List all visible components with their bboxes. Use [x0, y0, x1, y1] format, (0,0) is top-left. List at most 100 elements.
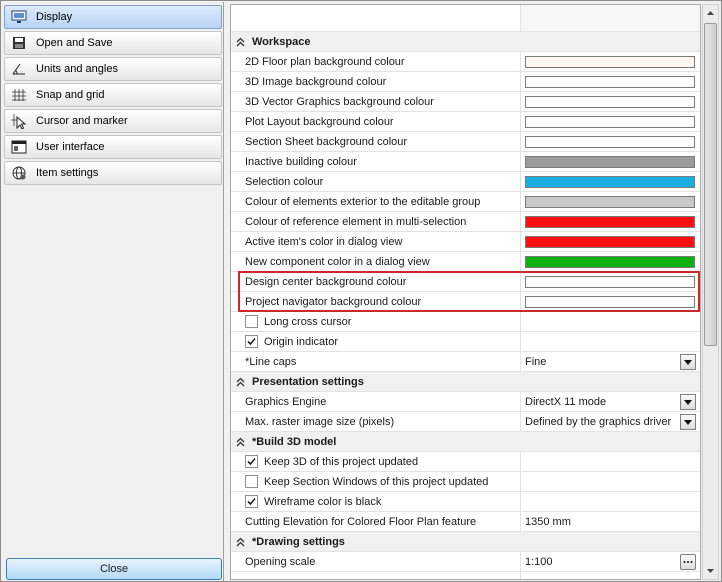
category-build-3d-model[interactable]: *Build 3D model [231, 432, 700, 452]
property-row[interactable]: Plot Layout background colour [231, 112, 700, 132]
nav-item-snap-and-grid[interactable]: Snap and grid [4, 83, 222, 107]
nav-item-item-settings[interactable]: Item settings [4, 161, 222, 185]
wireframe-checkbox[interactable] [245, 495, 258, 508]
property-row[interactable]: Long cross cursor [231, 312, 700, 332]
property-row[interactable]: 3D Vector Graphics background colour [231, 92, 700, 112]
property-row[interactable]: Max. raster image size (pixels) Defined … [231, 412, 700, 432]
scrollbar-thumb[interactable] [704, 23, 717, 346]
nav-item-cursor-and-marker[interactable]: Cursor and marker [4, 109, 222, 133]
dropdown-arrow-icon[interactable] [680, 414, 696, 430]
category-drawing-settings[interactable]: *Drawing settings [231, 532, 700, 552]
property-row[interactable]: Design center background colour [231, 272, 700, 292]
collapse-chevron-icon[interactable] [236, 377, 246, 387]
color-swatch[interactable] [525, 255, 695, 268]
origin-indicator-checkbox[interactable] [245, 335, 258, 348]
property-row[interactable]: *Line caps Fine [231, 352, 700, 372]
property-row[interactable]: Keep Section Windows of this project upd… [231, 472, 700, 492]
monitor-icon [10, 9, 28, 25]
category-label: Presentation settings [231, 372, 700, 391]
property-row[interactable]: Opening scale 1:100 [231, 552, 700, 572]
vertical-scrollbar[interactable] [702, 4, 719, 580]
globe-gear-icon [10, 165, 28, 181]
graphics-engine-select[interactable]: DirectX 11 mode [521, 392, 700, 411]
scroll-down-arrow-icon[interactable] [703, 563, 718, 579]
category-title: Workspace [252, 35, 311, 48]
property-value [521, 52, 700, 71]
color-swatch[interactable] [525, 75, 695, 88]
property-label: Plot Layout background colour [231, 112, 521, 131]
color-swatch[interactable] [525, 195, 695, 208]
collapse-chevron-icon[interactable] [236, 537, 246, 547]
property-value [521, 132, 700, 151]
dropdown-arrow-icon[interactable] [680, 354, 696, 370]
checkbox-label: Wireframe color is black [264, 495, 382, 508]
property-value [521, 492, 700, 511]
category-title: *Drawing settings [252, 535, 345, 548]
nav-item-open-and-save[interactable]: Open and Save [4, 31, 222, 55]
scroll-up-arrow-icon[interactable] [703, 5, 718, 21]
cutting-elevation-input[interactable]: 1350 mm [521, 512, 700, 531]
color-swatch[interactable] [525, 115, 695, 128]
property-row[interactable]: New component color in a dialog view [231, 252, 700, 272]
grid-header-name-col [231, 5, 521, 31]
property-row[interactable]: Selection colour [231, 172, 700, 192]
property-row[interactable]: Colour of elements exterior to the edita… [231, 192, 700, 212]
ellipsis-button[interactable] [680, 554, 696, 570]
property-row[interactable]: Keep 3D of this project updated [231, 452, 700, 472]
property-row[interactable] [231, 572, 700, 579]
property-row[interactable]: Inactive building colour [231, 152, 700, 172]
nav-label: Snap and grid [36, 89, 105, 101]
checkbox-label: Long cross cursor [264, 315, 352, 328]
property-label-wrap: Origin indicator [231, 332, 521, 351]
property-label: Max. raster image size (pixels) [231, 412, 521, 431]
category-presentation-settings[interactable]: Presentation settings [231, 372, 700, 392]
grid-header [231, 5, 700, 32]
color-swatch[interactable] [525, 135, 695, 148]
color-swatch[interactable] [525, 275, 695, 288]
color-swatch[interactable] [525, 175, 695, 188]
property-row[interactable]: Wireframe color is black [231, 492, 700, 512]
property-label-wrap: Keep Section Windows of this project upd… [231, 472, 521, 491]
property-row[interactable]: Project navigator background colour [231, 292, 700, 312]
keep-section-checkbox[interactable] [245, 475, 258, 488]
property-row[interactable]: Section Sheet background colour [231, 132, 700, 152]
property-value [521, 452, 700, 471]
color-swatch[interactable] [525, 155, 695, 168]
nav-item-user-interface[interactable]: User interface [4, 135, 222, 159]
property-row[interactable]: 3D Image background colour [231, 72, 700, 92]
long-cross-cursor-checkbox[interactable] [245, 315, 258, 328]
color-swatch[interactable] [525, 55, 695, 68]
property-value [521, 72, 700, 91]
max-raster-select[interactable]: Defined by the graphics driver [521, 412, 700, 431]
category-title: Presentation settings [252, 375, 364, 388]
input-value: 1350 mm [525, 515, 571, 528]
property-value [521, 312, 700, 331]
property-row[interactable]: Origin indicator [231, 332, 700, 352]
property-row[interactable]: Active item's color in dialog view [231, 232, 700, 252]
property-row[interactable]: 2D Floor plan background colour [231, 52, 700, 72]
collapse-chevron-icon[interactable] [236, 437, 246, 447]
property-label: *Line caps [231, 352, 521, 371]
property-row[interactable]: Cutting Elevation for Colored Floor Plan… [231, 512, 700, 532]
category-label: *Build 3D model [231, 432, 700, 451]
color-swatch[interactable] [525, 215, 695, 228]
keep-3d-checkbox[interactable] [245, 455, 258, 468]
select-value: Defined by the graphics driver [525, 415, 672, 428]
checkbox-label: Keep Section Windows of this project upd… [264, 475, 489, 488]
opening-scale-field[interactable]: 1:100 [521, 552, 700, 571]
category-workspace[interactable]: Workspace [231, 32, 700, 52]
color-swatch[interactable] [525, 295, 695, 308]
color-swatch[interactable] [525, 235, 695, 248]
collapse-chevron-icon[interactable] [236, 37, 246, 47]
line-caps-select[interactable]: Fine [521, 352, 700, 371]
property-row[interactable]: Graphics Engine DirectX 11 mode [231, 392, 700, 412]
nav-item-units-and-angles[interactable]: Units and angles [4, 57, 222, 81]
close-button[interactable]: Close [6, 558, 222, 580]
nav-item-display[interactable]: Display [4, 5, 222, 29]
cursor-icon [10, 113, 28, 129]
property-label: Colour of reference element in multi-sel… [231, 212, 521, 231]
property-label: Active item's color in dialog view [231, 232, 521, 251]
color-swatch[interactable] [525, 95, 695, 108]
property-row[interactable]: Colour of reference element in multi-sel… [231, 212, 700, 232]
dropdown-arrow-icon[interactable] [680, 394, 696, 410]
